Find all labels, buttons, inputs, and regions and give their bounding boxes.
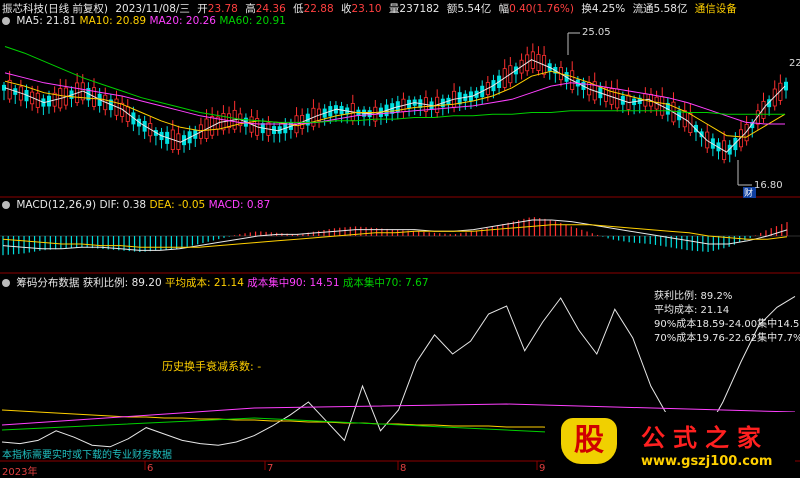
axis-month-8: 8 — [400, 463, 407, 474]
ma20-label: MA20: 20.26 — [149, 15, 216, 27]
ma-legend: MA5: 21.81 MA10: 20.89 MA20: 20.26 MA60:… — [2, 15, 286, 27]
decay-text: 历史换手衰减系数: - — [162, 360, 262, 373]
price-header: 振芯科技(日线 前复权) 2023/11/08/三 开23.78 高24.36 … — [2, 1, 741, 16]
right-edge-price-label: 22 — [789, 58, 800, 69]
low-mark-label: 16.80 — [754, 180, 783, 191]
watermark-site-name: 公式之家 — [641, 424, 769, 452]
chip-legend: 筹码分布数据 获利比例: 89.20 平均成本: 21.14 成本集中90: 1… — [2, 275, 429, 290]
ma5-label: MA5: 21.81 — [16, 15, 77, 27]
amt-value: 5.54亿 — [457, 3, 492, 15]
macd-value: MACD: 0.87 — [208, 199, 271, 211]
chip-title[interactable]: 筹码分布数据 — [16, 277, 79, 289]
watermark-logo: 股 — [561, 418, 617, 464]
high-mark-label: 25.05 — [582, 27, 611, 38]
open-value: 23.78 — [207, 3, 238, 15]
amt-label: 额 — [446, 3, 458, 15]
high-label: 高 — [245, 3, 256, 15]
ma-line-ma10 — [4, 70, 786, 138]
low-label: 低 — [293, 3, 304, 15]
chart-canvas — [0, 32, 800, 470]
box-avg: 平均成本: 21.14 — [654, 305, 730, 316]
vol-value: 237182 — [399, 3, 440, 15]
box-profit: 获利比例: 89.2% — [654, 291, 733, 302]
macd-title[interactable]: MACD(12,26,9) — [16, 199, 96, 211]
chg-value: 0.40(1.76%) — [509, 3, 575, 15]
axis-month-6: 6 — [147, 463, 154, 474]
stock-title[interactable]: 振芯科技(日线 前复权) — [2, 3, 108, 15]
macd-legend: MACD(12,26,9) DIF: 0.38 DEA: -0.05 MACD:… — [2, 199, 270, 211]
chip-info-box: 获利比例: 89.2% 平均成本: 21.14 90%成本18.59-24.00… — [654, 290, 800, 346]
vol-label: 量 — [388, 3, 400, 15]
ma10-label: MA10: 20.89 — [79, 15, 147, 27]
fin-tag-label[interactable]: 财 — [744, 186, 753, 199]
chip-conc90: 成本集中90: 14.51 — [247, 277, 340, 289]
watermark-url: www.gszj100.com — [641, 454, 773, 469]
box-70: 70%成本19.76-22.62集中7.7% — [654, 333, 800, 344]
open-label: 开 — [197, 3, 208, 15]
macd-lines-group — [2, 219, 788, 251]
date-text: 2023/11/08/三 — [115, 3, 190, 15]
close-label: 收 — [341, 3, 352, 15]
watermark-logo-char: 股 — [574, 423, 604, 458]
chip-conc70: 成本集中70: 7.67 — [342, 277, 429, 289]
high-value: 24.36 — [255, 3, 286, 15]
close-value: 23.10 — [351, 3, 382, 15]
macd-dea: DEA: -0.05 — [149, 199, 206, 211]
sector-text[interactable]: 通信设备 — [695, 3, 737, 15]
watermark-badge: 股 公式之家 www.gszj100.com — [545, 412, 795, 476]
ma-settings-icon[interactable] — [2, 17, 10, 25]
turnover-text: 换4.25% — [581, 3, 626, 15]
box-90: 90%成本18.59-24.00集中14.5% — [654, 319, 800, 330]
chip-profit: 获利比例: 89.20 — [82, 277, 162, 289]
footer-note: 本指标需要实时或下载的专业财务数据 — [2, 450, 172, 461]
macd-dif: DIF: 0.38 — [99, 199, 147, 211]
ma60-label: MA60: 20.91 — [219, 15, 286, 27]
low-value: 22.88 — [303, 3, 334, 15]
chip-settings-icon[interactable] — [2, 279, 10, 287]
macd-settings-icon[interactable] — [2, 201, 10, 209]
chip-avg-cost: 平均成本: 21.14 — [164, 277, 244, 289]
float-text: 流通5.58亿 — [632, 3, 688, 15]
chg-label: 幅 — [498, 3, 510, 15]
axis-month-7: 7 — [267, 463, 274, 474]
